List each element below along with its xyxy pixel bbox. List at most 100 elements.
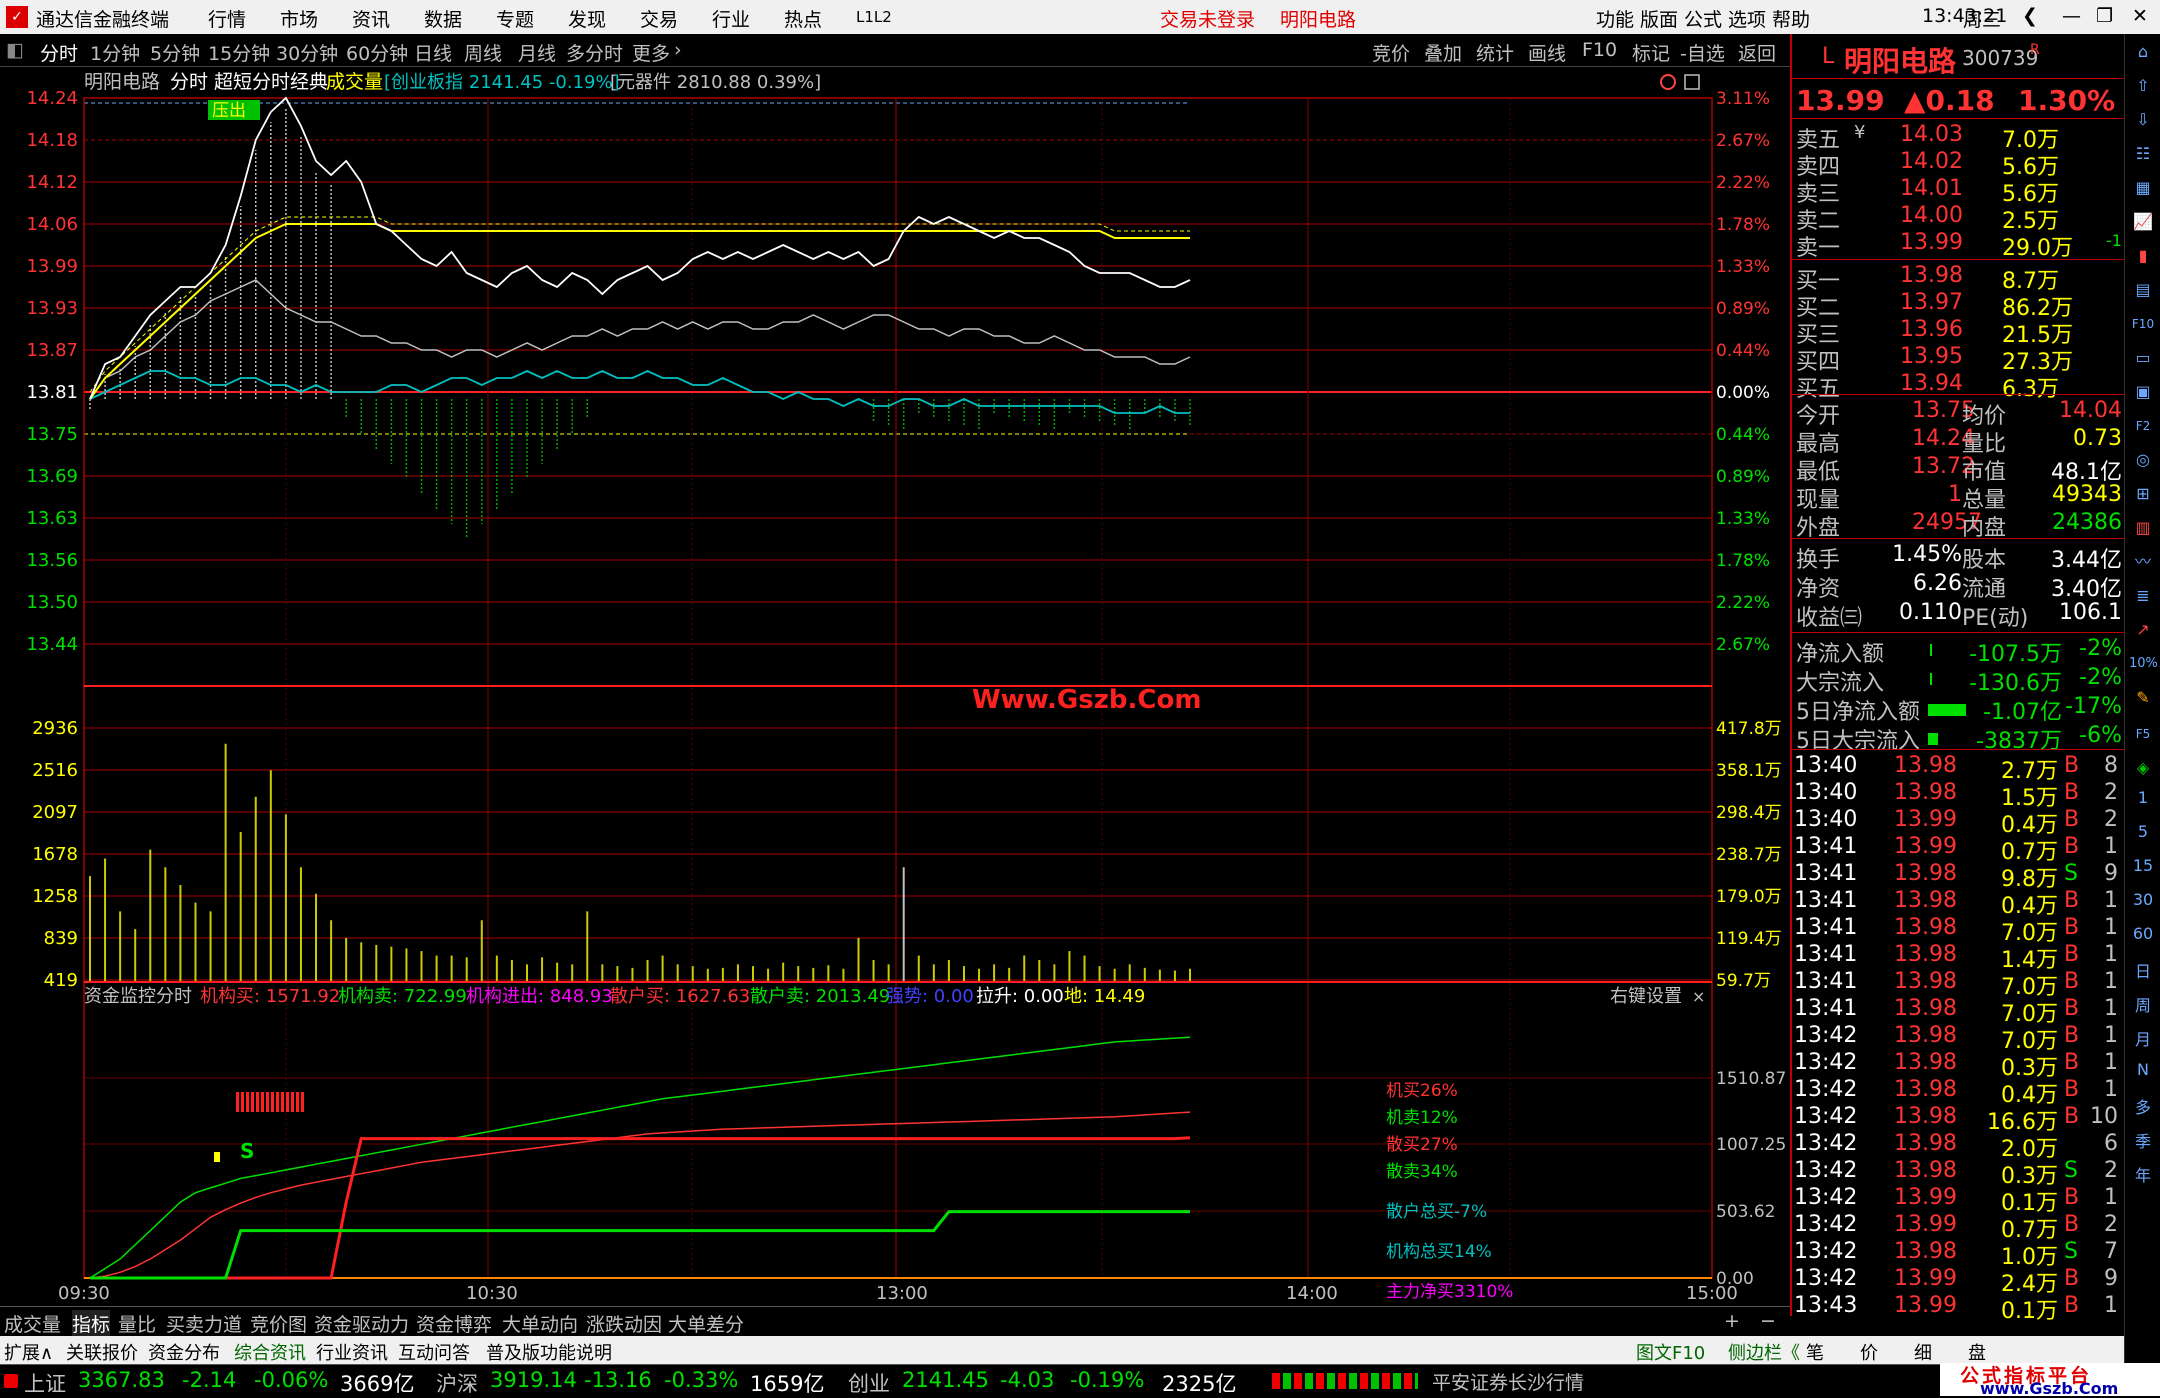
indicator-tab-0[interactable]: 成交量 — [4, 1310, 61, 1337]
ext-tab-2[interactable]: 资金分布 — [148, 1339, 220, 1365]
sidebar-clip-icon[interactable]: ▣ — [2129, 378, 2157, 406]
sidebar-period-6[interactable]: 周 — [2129, 992, 2157, 1016]
toolbar-btn-6[interactable]: -自选 — [1680, 39, 1725, 66]
right-menu-item-0[interactable]: 功能 — [1596, 5, 1634, 32]
sidebar-circle-icon[interactable]: ◎ — [2129, 446, 2157, 474]
menu-item-5[interactable]: 发现 — [568, 5, 606, 32]
sidebar-period-5[interactable]: 日 — [2129, 958, 2157, 982]
sidebar-up-chart-icon[interactable]: ↗ — [2129, 616, 2157, 644]
toolbar-btn-3[interactable]: 画线 — [1528, 39, 1566, 66]
sidebar-kline-icon[interactable]: ▮ — [2129, 242, 2157, 270]
login-status[interactable]: 交易未登录 — [1160, 5, 1255, 32]
period-tab-10[interactable]: 更多 — [632, 39, 670, 66]
period-tab-7[interactable]: 周线 — [464, 39, 502, 66]
sidebar-home-icon[interactable]: ⌂ — [2129, 38, 2157, 66]
sidebar-list-icon[interactable]: ☷ — [2129, 140, 2157, 168]
fund-settings[interactable]: 右键设置 — [1610, 986, 1682, 1007]
menu-item-7[interactable]: 行业 — [712, 5, 750, 32]
period-tab-6[interactable]: 日线 — [414, 39, 452, 66]
ext-right-3[interactable]: 价 — [1860, 1339, 1878, 1365]
add-tab-icon[interactable]: + — [1724, 1310, 1740, 1332]
period-tab-8[interactable]: 月线 — [518, 39, 556, 66]
ext-right-1[interactable]: 侧边栏《 — [1728, 1339, 1800, 1365]
sidebar-wave-icon[interactable]: 〰 — [2129, 548, 2157, 576]
period-tab-3[interactable]: 15分钟 — [208, 39, 270, 66]
ext-right-4[interactable]: 细 — [1914, 1339, 1932, 1365]
period-tab-2[interactable]: 5分钟 — [150, 39, 200, 66]
indicator-tab-1[interactable]: 指标 — [72, 1310, 111, 1337]
indicator-tab-5[interactable]: 资金驱动力 — [314, 1310, 409, 1337]
sh-label[interactable]: 上证 — [24, 1368, 66, 1398]
restore-icon[interactable]: ❐ — [2096, 5, 2113, 27]
sidebar-chart2-icon[interactable]: ⊞ — [2129, 480, 2157, 508]
sidebar-percent-icon[interactable]: 10% — [2129, 650, 2158, 678]
period-tab-9[interactable]: 多分时 — [566, 39, 623, 66]
period-tab-4[interactable]: 30分钟 — [276, 39, 338, 66]
indicator-tab-2[interactable]: 量比 — [118, 1310, 156, 1337]
right-menu-item-4[interactable]: 帮助 — [1772, 5, 1810, 32]
indicator-tab-7[interactable]: 大单动向 — [502, 1310, 578, 1337]
sidebar-f5-icon[interactable]: F5 — [2129, 720, 2157, 748]
sidebar-up-icon[interactable]: ⇧ — [2129, 72, 2157, 100]
ext-tab-1[interactable]: 关联报价 — [66, 1339, 138, 1365]
ext-right-0[interactable]: 图文F10 — [1636, 1339, 1705, 1365]
sidebar-grid-icon[interactable]: ▦ — [2129, 174, 2157, 202]
indicator-tab-3[interactable]: 买卖力道 — [166, 1310, 242, 1337]
back-arrow-icon[interactable]: ❮ — [2022, 5, 2038, 27]
sidebar-period-4[interactable]: 60 — [2129, 924, 2157, 943]
ext-tab-4[interactable]: 行业资讯 — [316, 1339, 388, 1365]
indicator-tab-4[interactable]: 竞价图 — [250, 1310, 307, 1337]
sidebar-table-icon[interactable]: ▤ — [2129, 276, 2157, 304]
remove-tab-icon[interactable]: − — [1760, 1310, 1776, 1332]
sidebar-period-1[interactable]: 5 — [2129, 822, 2157, 841]
cy-label[interactable]: 创业 — [848, 1368, 890, 1398]
more-chevron-icon[interactable]: › — [674, 39, 682, 61]
right-menu-item-2[interactable]: 公式 — [1684, 5, 1722, 32]
ext-tab-3[interactable]: 综合资讯 — [234, 1339, 306, 1365]
toolbar-btn-2[interactable]: 统计 — [1476, 39, 1514, 66]
toolbar-btn-5[interactable]: 标记 — [1632, 39, 1670, 66]
menu-item-8[interactable]: 热点 — [784, 5, 822, 32]
sidebar-period-9[interactable]: 多 — [2129, 1094, 2157, 1118]
ext-tab-0[interactable]: 扩展∧ — [4, 1339, 53, 1365]
sidebar-chart3-icon[interactable]: ◈ — [2129, 754, 2157, 782]
chart-mode[interactable]: 分时 超短分时经典 — [170, 71, 328, 93]
menu-item-1[interactable]: 市场 — [280, 5, 318, 32]
menu-item-6[interactable]: 交易 — [640, 5, 678, 32]
menu-item-0[interactable]: 行情 — [208, 5, 246, 32]
period-bar-toggle-icon[interactable]: ◧ — [6, 39, 24, 61]
right-menu-item-3[interactable]: 选项 — [1728, 5, 1766, 32]
sidebar-f10-icon[interactable]: F10 — [2129, 310, 2157, 338]
period-tab-0[interactable]: 分时 — [40, 39, 78, 66]
indicator-tab-8[interactable]: 涨跌动因 — [586, 1310, 662, 1337]
sidebar-pen-icon[interactable]: ✎ — [2129, 684, 2157, 712]
sidebar-period-2[interactable]: 15 — [2129, 856, 2157, 875]
intraday-chart[interactable]: 14.24 3.11% 14.18 2.67% 14.12 2.22% 14.06 1.78%… — [0, 66, 1790, 1306]
sidebar-period-3[interactable]: 30 — [2129, 890, 2157, 909]
fund-close-icon[interactable]: × — [1692, 987, 1705, 1006]
ext-tab-6[interactable]: 普及版功能说明 — [486, 1339, 612, 1365]
minimize-icon[interactable]: — — [2062, 5, 2081, 27]
indicator-tab-6[interactable]: 资金博弈 — [416, 1310, 492, 1337]
sz-label[interactable]: 沪深 — [436, 1368, 478, 1398]
menu-item-4[interactable]: 专题 — [496, 5, 534, 32]
sidebar-period-11[interactable]: 年 — [2129, 1162, 2157, 1186]
toolbar-btn-0[interactable]: 竞价 — [1372, 39, 1410, 66]
period-tab-5[interactable]: 60分钟 — [346, 39, 408, 66]
sidebar-bar-icon[interactable]: ▥ — [2129, 514, 2157, 542]
period-tab-1[interactable]: 1分钟 — [90, 39, 140, 66]
toolbar-btn-1[interactable]: 叠加 — [1424, 39, 1462, 66]
sidebar-down-icon[interactable]: ⇩ — [2129, 106, 2157, 134]
sidebar-stack-icon[interactable]: ≣ — [2129, 582, 2157, 610]
chart-expand-icon[interactable] — [1684, 74, 1700, 90]
right-menu-item-1[interactable]: 版面 — [1640, 5, 1678, 32]
ext-tab-5[interactable]: 互动问答 — [398, 1339, 470, 1365]
chart-settings-icon[interactable] — [1660, 74, 1676, 90]
sidebar-period-0[interactable]: 1 — [2129, 788, 2157, 807]
sidebar-f2-icon[interactable]: F2 — [2129, 412, 2157, 440]
sidebar-period-10[interactable]: 季 — [2129, 1128, 2157, 1152]
sidebar-period-8[interactable]: N — [2129, 1060, 2157, 1079]
sidebar-period-7[interactable]: 月 — [2129, 1026, 2157, 1050]
toolbar-btn-4[interactable]: F10 — [1582, 39, 1617, 61]
toolbar-btn-7[interactable]: 返回 — [1738, 39, 1776, 66]
